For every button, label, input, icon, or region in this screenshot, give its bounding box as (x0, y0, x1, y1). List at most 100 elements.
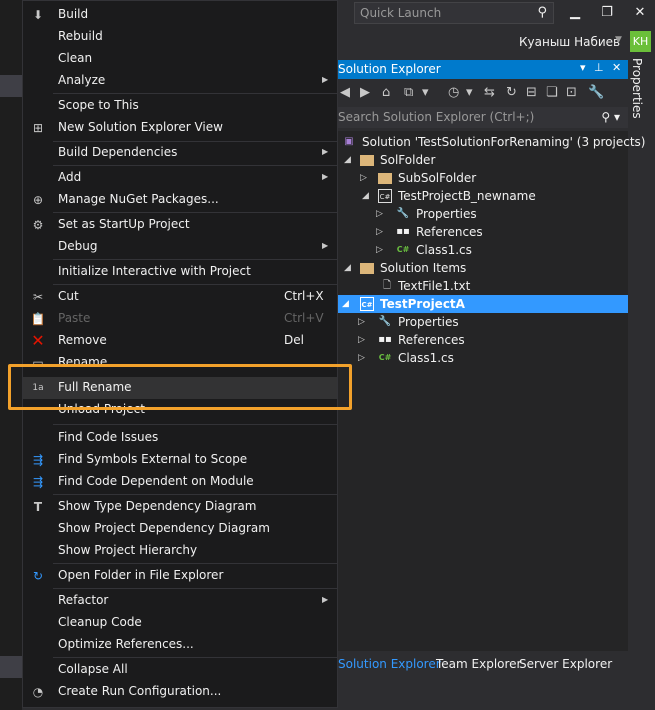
menu-item-find-symbols-external[interactable]: ⇶ Find Symbols External to Scope (23, 449, 337, 471)
chevron-down-icon[interactable]: ▾ (466, 85, 473, 100)
tree-item-label: Properties (398, 315, 459, 329)
solution-tree: ▣ Solution 'TestSolutionForRenaming' (3 … (338, 131, 645, 651)
user-name[interactable]: Куаныш Набиев (519, 35, 620, 49)
menu-item-collapse-all[interactable]: Collapse All (23, 659, 337, 681)
close-icon[interactable]: ✕ (630, 4, 650, 22)
menu-item-label: Clean (58, 51, 93, 65)
menu-item-find-code-dependent[interactable]: ⇶ Find Code Dependent on Module (23, 471, 337, 493)
tree-item-properties[interactable]: ▷ 🔧 Properties (338, 313, 628, 331)
menu-item-scope-to-this[interactable]: Scope to This (23, 95, 337, 117)
remove-icon: ✕ (31, 331, 45, 350)
tab-team-explorer[interactable]: Team Explorer (436, 657, 522, 671)
collapse-all-icon[interactable]: ⊟ (526, 85, 537, 100)
menu-item-label: Show Project Hierarchy (58, 543, 198, 557)
minimize-icon[interactable]: ▁ (565, 4, 585, 22)
menu-item-rebuild[interactable]: Rebuild (23, 26, 337, 48)
expanded-arrow-icon[interactable]: ◢ (344, 151, 356, 169)
forward-icon[interactable]: ▶ (360, 85, 370, 100)
tree-item-project-selected[interactable]: ◢ C# TestProjectA (338, 295, 628, 313)
collapsed-arrow-icon[interactable]: ▷ (358, 331, 370, 349)
tree-item-folder[interactable]: ◢ Solution Items (338, 259, 628, 277)
menu-item-optimize-references[interactable]: Optimize References... (23, 634, 337, 656)
menu-item-initialize-interactive[interactable]: Initialize Interactive with Project (23, 261, 337, 283)
menu-item-debug[interactable]: Debug ▶ (23, 236, 337, 258)
menu-item-paste[interactable]: 📋 Paste Ctrl+V (23, 308, 337, 330)
tree-item-properties[interactable]: ▷ 🔧 Properties (338, 205, 628, 223)
tree-item-label: TestProjectB_newname (398, 189, 536, 203)
tree-item-label: Solution Items (380, 261, 467, 275)
collapsed-arrow-icon[interactable]: ▷ (358, 349, 370, 367)
tree-item-folder[interactable]: ▷ SubSolFolder (338, 169, 628, 187)
dropdown-icon[interactable]: ▾ (580, 61, 586, 74)
tree-item-references[interactable]: ▷ ▪▪ References (338, 223, 628, 241)
menu-item-refactor[interactable]: Refactor ▶ (23, 590, 337, 612)
menu-item-label: Initialize Interactive with Project (58, 264, 251, 278)
tree-item-file[interactable]: ▷ C# Class1.cs (338, 241, 628, 259)
menu-item-label: Find Code Dependent on Module (58, 474, 254, 488)
tree-item-solution[interactable]: ▣ Solution 'TestSolutionForRenaming' (3 … (338, 133, 645, 151)
tab-solution-explorer[interactable]: Solution Explorer (338, 657, 441, 671)
restore-icon[interactable]: ❐ (597, 4, 617, 22)
switch-views-icon[interactable]: ⧉ (404, 85, 413, 100)
menu-item-build-dependencies[interactable]: Build Dependencies ▶ (23, 142, 337, 164)
tree-item-folder[interactable]: ◢ SolFolder (338, 151, 628, 169)
menu-item-manage-nuget[interactable]: ⊕ Manage NuGet Packages... (23, 189, 337, 211)
menu-item-clean[interactable]: Clean (23, 48, 337, 70)
tree-item-label: Class1.cs (398, 351, 454, 365)
pending-changes-icon[interactable]: ◷ (448, 85, 459, 100)
editor-tab-strip (0, 75, 22, 97)
close-icon[interactable]: ✕ (612, 61, 621, 74)
solution-explorer-search[interactable]: Search Solution Explorer (Ctrl+;) ⚲ ▾ (338, 107, 628, 128)
collapsed-arrow-icon[interactable]: ▷ (376, 223, 388, 241)
expanded-arrow-icon[interactable]: ◢ (344, 259, 356, 277)
menu-item-find-code-issues[interactable]: Find Code Issues (23, 427, 337, 449)
tree-item-file[interactable]: ▷ C# Class1.cs (338, 349, 628, 367)
menu-item-create-run-configuration[interactable]: ◔ Create Run Configuration... (23, 681, 337, 703)
menu-item-set-startup[interactable]: ⚙ Set as StartUp Project (23, 214, 337, 236)
menu-item-add[interactable]: Add ▶ (23, 167, 337, 189)
chevron-down-icon[interactable]: ▾ (422, 85, 429, 100)
tree-item-references[interactable]: ▷ ▪▪ References (338, 331, 628, 349)
chevron-down-icon[interactable]: ▼ (615, 35, 622, 45)
sync-icon[interactable]: ⇆ (484, 85, 495, 100)
pin-icon[interactable]: ⊥ (594, 61, 604, 74)
back-icon[interactable]: ◀ (340, 85, 350, 100)
folder-icon (378, 173, 392, 184)
menu-item-remove[interactable]: ✕ Remove Del (23, 330, 337, 352)
menu-item-new-view[interactable]: ⊞ New Solution Explorer View (23, 117, 337, 139)
tree-item-project[interactable]: ◢ C# TestProjectB_newname (338, 187, 628, 205)
expanded-arrow-icon[interactable]: ◢ (342, 295, 354, 313)
menu-item-build[interactable]: ⬇ Build (23, 4, 337, 26)
menu-item-analyze[interactable]: Analyze ▶ (23, 70, 337, 92)
tab-server-explorer[interactable]: Server Explorer (519, 657, 612, 671)
tree-item-file[interactable]: 🗋 TextFile1.txt (338, 277, 628, 295)
gear-icon: ⚙ (32, 218, 44, 232)
collapsed-arrow-icon[interactable]: ▷ (376, 241, 388, 259)
menu-item-project-dependency-diagram[interactable]: Show Project Dependency Diagram (23, 518, 337, 540)
properties-icon[interactable]: 🔧 (588, 85, 604, 100)
collapsed-arrow-icon[interactable]: ▷ (360, 169, 372, 187)
menu-item-type-dependency-diagram[interactable]: T Show Type Dependency Diagram (23, 496, 337, 518)
preview-icon[interactable]: ⊡ (566, 85, 577, 100)
menu-item-label: Create Run Configuration... (58, 684, 222, 698)
menu-item-project-hierarchy[interactable]: Show Project Hierarchy (23, 540, 337, 562)
show-all-files-icon[interactable]: ❏ (546, 85, 558, 100)
csharp-file-icon: C# (396, 245, 410, 254)
collapsed-arrow-icon[interactable]: ▷ (376, 205, 388, 223)
menu-item-cut[interactable]: ✂ Cut Ctrl+X (23, 286, 337, 308)
refresh-icon[interactable]: ↻ (506, 85, 517, 100)
menu-item-open-folder[interactable]: ↻ Open Folder in File Explorer (23, 565, 337, 587)
collapsed-arrow-icon[interactable]: ▷ (358, 313, 370, 331)
tree-item-label: Class1.cs (416, 243, 472, 257)
home-icon[interactable]: ⌂ (382, 85, 390, 100)
tree-item-label: Properties (416, 207, 477, 221)
avatar[interactable]: KH (630, 31, 651, 52)
menu-separator (53, 259, 337, 260)
menu-separator (53, 588, 337, 589)
quick-launch-input[interactable]: Quick Launch ⚲ (354, 2, 554, 24)
nuget-icon: ⊕ (32, 193, 44, 207)
menu-item-cleanup-code[interactable]: Cleanup Code (23, 612, 337, 634)
folder-icon (360, 155, 374, 166)
expanded-arrow-icon[interactable]: ◢ (362, 187, 374, 205)
menu-separator (53, 284, 337, 285)
